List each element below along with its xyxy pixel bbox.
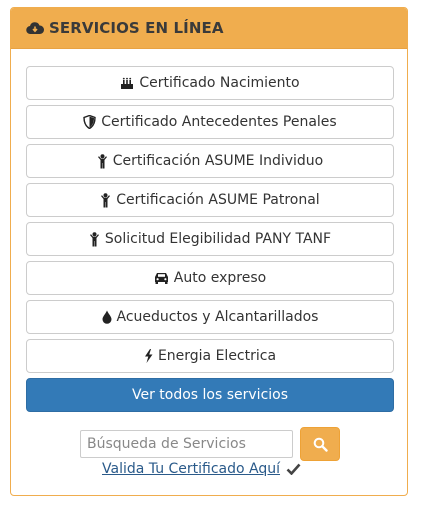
panel-title: SERVICIOS EN LÍNEA (49, 19, 224, 37)
birthday-cake-icon (120, 77, 134, 90)
all-services-button[interactable]: Ver todos los servicios (26, 378, 394, 412)
service-button-acueductos[interactable]: Acueductos y Alcantarillados (26, 300, 394, 334)
service-button-auto-expreso[interactable]: Auto expreso (26, 261, 394, 295)
service-button-energia-electrica[interactable]: Energia Electrica (26, 339, 394, 373)
search-icon (313, 437, 328, 452)
service-button-certificado-nacimiento[interactable]: Certificado Nacimiento (26, 66, 394, 100)
search-row (80, 427, 340, 461)
service-label: Certificación ASUME Individuo (112, 153, 324, 169)
child-icon (100, 192, 111, 208)
validate-row: Valida Tu Certificado Aquí (102, 461, 301, 477)
child-icon (89, 231, 100, 247)
bolt-icon (144, 349, 153, 363)
service-label: Solicitud Elegibilidad PANY TANF (104, 231, 332, 247)
online-services-panel: SERVICIOS EN LÍNEA Certificado Nacimient… (10, 7, 408, 496)
search-button[interactable] (300, 427, 340, 461)
car-icon (154, 272, 169, 284)
service-button-asume-patronal[interactable]: Certificación ASUME Patronal (26, 183, 394, 217)
services-list: Certificado Nacimiento Certificado Antec… (26, 66, 394, 417)
all-services-label: Ver todos los servicios (131, 387, 289, 403)
service-button-pany-tanf[interactable]: Solicitud Elegibilidad PANY TANF (26, 222, 394, 256)
service-label: Certificado Antecedentes Penales (101, 114, 337, 130)
child-icon (97, 153, 108, 169)
service-label: Certificación ASUME Patronal (116, 192, 320, 208)
service-label: Certificado Nacimiento (139, 75, 300, 91)
service-label: Energia Electrica (157, 348, 277, 364)
service-label: Auto expreso (173, 270, 267, 286)
cloud-download-icon (26, 21, 44, 35)
service-button-asume-individuo[interactable]: Certificación ASUME Individuo (26, 144, 394, 178)
tint-icon (102, 310, 112, 324)
panel-heading: SERVICIOS EN LÍNEA (11, 8, 407, 49)
service-button-antecedentes-penales[interactable]: Certificado Antecedentes Penales (26, 105, 394, 139)
search-input[interactable] (80, 430, 293, 458)
validate-certificate-link[interactable]: Valida Tu Certificado Aquí (102, 461, 280, 477)
service-label: Acueductos y Alcantarillados (116, 309, 319, 325)
shield-icon (83, 115, 96, 129)
check-icon (286, 463, 301, 475)
